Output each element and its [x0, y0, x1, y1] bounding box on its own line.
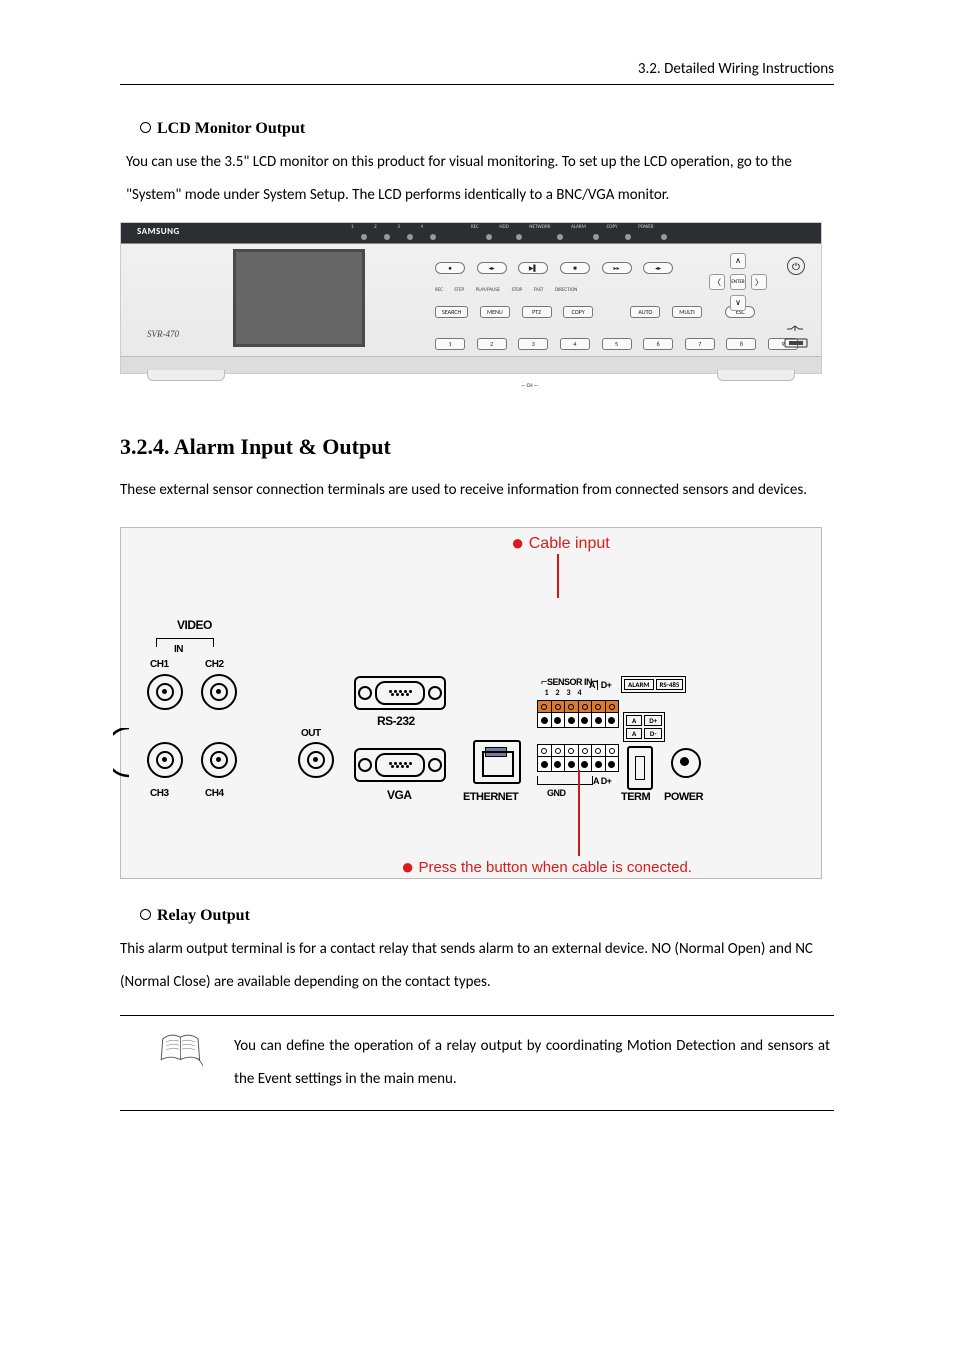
- bnc-ch4: [201, 742, 237, 778]
- note-box: You can define the operation of a relay …: [120, 1015, 834, 1111]
- num-2: 2: [477, 338, 507, 350]
- section-number: 3.2.4.: [120, 434, 170, 459]
- step-back-button: ◂▸: [477, 262, 507, 274]
- direction-pad: ∧ 〈 ENTER 〉 ∨: [709, 253, 765, 309]
- ptz-button: PTZ: [522, 306, 552, 318]
- stop-button: ■: [560, 262, 590, 274]
- relay-paragraph: This alarm output terminal is for a cont…: [120, 933, 834, 999]
- auto-button: AUTO: [630, 306, 660, 318]
- num-5: 5: [602, 338, 632, 350]
- breadcrumb: 3.2. Detailed Wiring Instructions: [120, 60, 834, 85]
- menu-button: MENU: [480, 306, 510, 318]
- rs232-port: [354, 676, 446, 710]
- section-paragraph: These external sensor connection termina…: [120, 474, 834, 507]
- search-button: SEARCH: [435, 306, 468, 318]
- device-front-panel-figure: SAMSUNG 1 2 3 4 REC HDD NETWORK ALARM CO…: [120, 222, 822, 374]
- direction-button: ◂▸: [643, 262, 673, 274]
- num-7: 7: [685, 338, 715, 350]
- lcd-heading: LCD Monitor Output: [140, 120, 834, 138]
- note-book-icon: [158, 1030, 206, 1070]
- relay-heading: Relay Output: [140, 907, 834, 925]
- device-brand: SAMSUNG: [137, 226, 180, 237]
- rec-button: ●: [435, 262, 465, 274]
- power-button: ⏻: [787, 257, 805, 275]
- device-lcd: [233, 249, 365, 347]
- left-arrow-button: 〈: [709, 274, 725, 290]
- note-text: You can define the operation of a relay …: [234, 1030, 830, 1096]
- down-arrow-button: ∨: [730, 295, 746, 311]
- breadcrumb-text: 3.2. Detailed Wiring Instructions: [638, 60, 834, 78]
- lcd-paragraph: You can use the 3.5" LCD monitor on this…: [126, 146, 832, 212]
- fast-button: ▸▸: [602, 262, 632, 274]
- bnc-out: [298, 742, 334, 778]
- play-button: ▶▌: [518, 262, 548, 274]
- right-arrow-button: 〉: [751, 274, 767, 290]
- num-8: 8: [726, 338, 756, 350]
- multi-button: MULTI: [672, 306, 702, 318]
- copy-button: COPY: [563, 306, 593, 318]
- num-1: 1: [435, 338, 465, 350]
- bullet-icon: [140, 122, 151, 133]
- usb-port-icon: [781, 325, 811, 354]
- bullet-icon: [140, 909, 151, 920]
- up-arrow-button: ∧: [730, 253, 746, 269]
- video-label: VIDEO: [177, 618, 212, 632]
- device-model: SVR-470: [147, 329, 179, 339]
- bnc-ch3: [147, 742, 183, 778]
- num-3: 3: [518, 338, 548, 350]
- relay-heading-text: Relay Output: [157, 907, 250, 924]
- rear-panel-figure: ● Cable input ● Press the button when ca…: [120, 527, 822, 879]
- bnc-ch1: [147, 674, 183, 710]
- bnc-ch2: [201, 674, 237, 710]
- terminal-upper-dots: [537, 712, 619, 728]
- num-4: 4: [560, 338, 590, 350]
- term-button: [627, 746, 653, 790]
- lcd-heading-text: LCD Monitor Output: [157, 120, 305, 137]
- vga-port: [354, 748, 446, 782]
- ethernet-port: [473, 740, 521, 784]
- power-jack: [671, 748, 701, 778]
- num-6: 6: [643, 338, 673, 350]
- section-title: Alarm Input & Output: [174, 434, 391, 459]
- section-heading: 3.2.4. Alarm Input & Output: [120, 434, 834, 460]
- enter-button: ENTER: [730, 274, 746, 290]
